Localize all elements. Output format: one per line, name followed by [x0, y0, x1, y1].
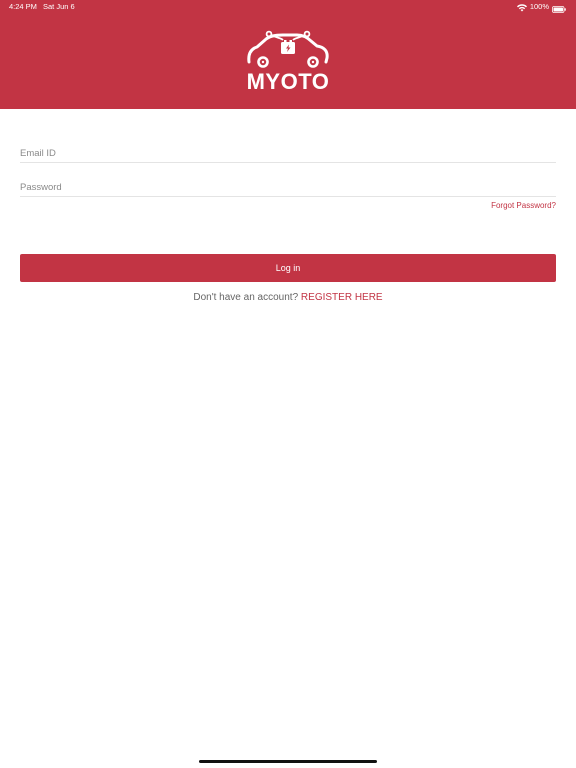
battery-percent: 100% [529, 2, 549, 11]
home-indicator[interactable] [199, 760, 377, 763]
password-input[interactable] [20, 178, 556, 197]
register-prompt: Don't have an account? REGISTER HERE [0, 292, 576, 303]
status-time: 4:24 PM [9, 2, 37, 11]
car-charging-icon [247, 30, 329, 68]
wifi-icon [516, 3, 527, 12]
register-link[interactable]: REGISTER HERE [301, 292, 383, 303]
email-input[interactable] [20, 144, 556, 163]
status-date: Sat Jun 6 [43, 2, 75, 11]
email-field[interactable] [20, 143, 556, 163]
app-header: 4:24 PM Sat Jun 6 100% MYOTO [0, 0, 576, 109]
battery-icon [552, 4, 566, 13]
brand-logo: MYOTO [245, 30, 331, 94]
forgot-password-link[interactable]: Forgot Password? [491, 201, 556, 210]
status-bar: 4:24 PM Sat Jun 6 100% [0, 0, 576, 14]
password-field[interactable] [20, 177, 556, 197]
status-indicators: 100% [516, 0, 566, 14]
login-button[interactable]: Log in [20, 254, 556, 282]
register-prompt-text: Don't have an account? [193, 292, 299, 303]
brand-name: MYOTO [246, 69, 330, 94]
